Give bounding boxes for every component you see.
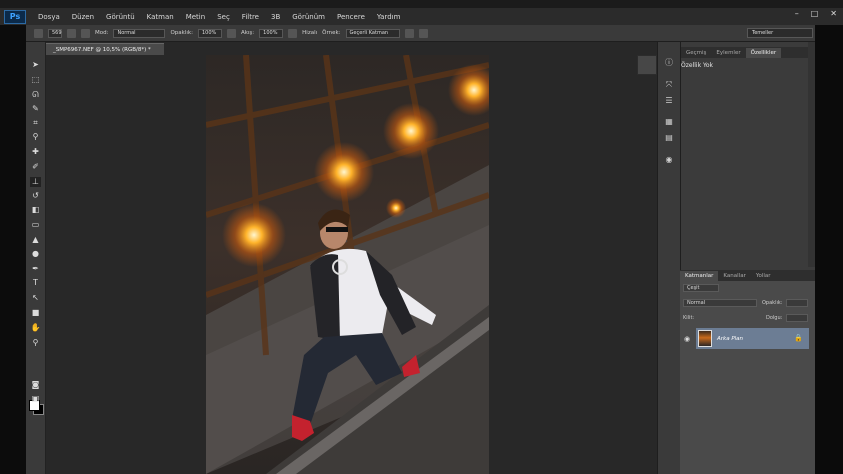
pressure-size-icon[interactable] [418, 28, 428, 38]
maximize-button[interactable]: □ [811, 9, 819, 18]
adjustments-icon[interactable]: ☰ [664, 96, 674, 105]
menu-3b[interactable]: 3B [265, 13, 286, 21]
eraser-tool-icon[interactable]: ◧ [30, 205, 41, 215]
type-tool-icon[interactable]: T [30, 278, 41, 288]
ignore-adjustment-icon[interactable] [404, 28, 414, 38]
photo-illustration [206, 55, 489, 474]
properties-scrollbar[interactable] [808, 42, 815, 267]
clone-stamp-tool-icon[interactable]: ⊥ [30, 177, 41, 187]
styles-icon[interactable]: ▤ [664, 133, 674, 142]
quick-select-tool-icon[interactable]: ✎ [30, 104, 41, 114]
layer-thumbnail [698, 330, 712, 347]
options-bar: 569 Mod: Normal Opaklık: 100% Akış: 100%… [0, 25, 843, 42]
layer-name[interactable]: Arka Plan [717, 336, 743, 342]
menu-goruntu[interactable]: Görüntü [100, 13, 141, 21]
menu-yardim[interactable]: Yardım [371, 13, 407, 21]
menu-sec[interactable]: Seç [211, 13, 236, 21]
left-background [0, 25, 26, 474]
properties-title: Özellik Yok [681, 62, 713, 69]
crop-tool-icon[interactable]: ⌗ [30, 118, 41, 128]
move-tool-icon[interactable]: ➤ [30, 60, 41, 70]
lock-icon: 🔒 [794, 334, 803, 342]
layer-opacity-label: Opaklık: [762, 300, 783, 306]
clone-stamp-tool-preset-icon[interactable] [34, 28, 43, 38]
opacity-label: Opaklık: [170, 30, 193, 36]
menu-gorunum[interactable]: Görünüm [286, 13, 331, 21]
history-brush-tool-icon[interactable]: ↺ [30, 191, 41, 201]
panel-dock: ⓘ ⤧ ☰ ▦ ▤ ◉ [657, 42, 681, 474]
document-tab[interactable]: _SMP6967.NEF @ 10,5% (RGB/8*) * [46, 43, 164, 55]
close-button[interactable]: ✕ [830, 9, 837, 18]
screen-mode-icon[interactable]: ▣ [30, 394, 41, 404]
tools-panel: ➤ ⬚ ᘏ ✎ ⌗ ⚲ ✚ ✐ ⊥ ↺ ◧ ▭ ▲ ● ✒ T ↖ ■ ✋ ⚲ … [26, 42, 46, 474]
sample-label: Örnek: [322, 30, 341, 36]
flow-label: Akış: [240, 30, 255, 36]
airbrush-icon[interactable] [288, 28, 298, 38]
os-taskbar [0, 0, 843, 8]
layer-filter-select[interactable]: Çeşit [683, 284, 719, 292]
info-icon[interactable]: ⓘ [664, 58, 674, 67]
lock-label: Kilit: [683, 315, 695, 321]
document-image[interactable] [206, 55, 489, 474]
brush-panel-icon[interactable] [67, 28, 76, 38]
mode-label: Mod: [95, 30, 109, 36]
lasso-tool-icon[interactable]: ᘏ [30, 90, 41, 100]
eye-icon[interactable]: ◉ [684, 335, 690, 343]
fill-input[interactable] [786, 314, 808, 322]
aligned-checkbox[interactable]: Hizalı [302, 30, 317, 36]
tab-history[interactable]: Geçmiş [681, 48, 711, 58]
menubar: Ps Dosya Düzen Görüntü Katman Metin Seç … [0, 8, 843, 25]
brush-tool-icon[interactable]: ✐ [30, 162, 41, 172]
dock-document-icon[interactable] [637, 55, 657, 75]
menu-duzen[interactable]: Düzen [66, 13, 100, 21]
tab-properties[interactable]: Özellikler [745, 48, 782, 58]
window-controls: – □ ✕ [795, 9, 837, 18]
opacity-input[interactable]: 100% [197, 28, 222, 38]
blend-mode-select[interactable]: Normal [683, 299, 757, 307]
path-selection-tool-icon[interactable]: ↖ [30, 293, 41, 303]
fill-label: Dolgu: [766, 315, 783, 321]
hand-tool-icon[interactable]: ✋ [30, 323, 41, 333]
dodge-tool-icon[interactable]: ● [30, 249, 41, 259]
tab-layers[interactable]: Katmanlar [680, 271, 719, 281]
healing-brush-tool-icon[interactable]: ✚ [30, 147, 41, 157]
layer-opacity-input[interactable] [786, 299, 808, 307]
clone-source-panel-icon[interactable]: ◉ [664, 155, 674, 164]
tab-actions[interactable]: Eylemler [711, 48, 745, 58]
flow-input[interactable]: 100% [259, 28, 284, 38]
menu-katman[interactable]: Katman [141, 13, 180, 21]
properties-panel-tabs: Geçmiş Eylemler Özellikler [681, 47, 816, 58]
history-icon[interactable]: ⤧ [664, 80, 674, 89]
tab-paths[interactable]: Yollar [751, 271, 776, 281]
zoom-tool-icon[interactable]: ⚲ [30, 338, 41, 348]
mode-select[interactable]: Normal [113, 28, 166, 38]
layer-row[interactable] [696, 328, 809, 349]
menu-filtre[interactable]: Filtre [236, 13, 265, 21]
pressure-opacity-icon[interactable] [226, 28, 236, 38]
quick-mask-icon[interactable]: ◙ [30, 380, 41, 390]
eyedropper-tool-icon[interactable]: ⚲ [30, 132, 41, 142]
sample-select[interactable]: Geçerli Katman [345, 28, 400, 38]
minimize-button[interactable]: – [795, 9, 799, 18]
menu-pencere[interactable]: Pencere [331, 13, 371, 21]
clone-source-icon[interactable] [81, 28, 90, 38]
workspace-select[interactable]: Temeller [747, 28, 813, 38]
menu-metin[interactable]: Metin [180, 13, 211, 21]
gradient-tool-icon[interactable]: ▭ [30, 220, 41, 230]
right-background [815, 25, 843, 474]
blur-tool-icon[interactable]: ▲ [30, 235, 41, 245]
layers-panel-tabs: Katmanlar Kanallar Yollar [680, 270, 815, 281]
shape-tool-icon[interactable]: ■ [30, 308, 41, 318]
pen-tool-icon[interactable]: ✒ [30, 264, 41, 274]
swatches-icon[interactable]: ▦ [664, 117, 674, 126]
brush-size-picker[interactable]: 569 [48, 28, 62, 38]
menu-dosya[interactable]: Dosya [32, 13, 66, 21]
photoshop-logo: Ps [4, 9, 26, 24]
tab-channels[interactable]: Kanallar [718, 271, 750, 281]
marquee-tool-icon[interactable]: ⬚ [30, 75, 41, 85]
